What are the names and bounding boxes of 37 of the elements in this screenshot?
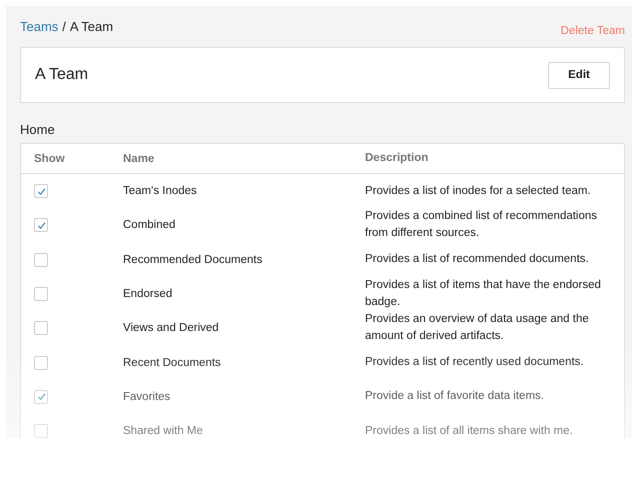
checkbox[interactable]	[34, 356, 48, 370]
checkbox[interactable]	[34, 390, 48, 404]
column-header: Description	[365, 151, 430, 166]
table-cell-text: Provides a list of items that have the endorsed badge.	[365, 278, 602, 310]
breadcrumb-separator: /	[62, 19, 66, 34]
table-cell-text: Provides a list of recently used documents.	[365, 355, 585, 370]
table-cell-text: Combined	[123, 219, 176, 232]
team-title: A Team	[35, 66, 88, 84]
checkbox[interactable]	[34, 218, 48, 232]
table-cell-text: Favorites	[123, 390, 172, 403]
breadcrumb-link[interactable]: Teams	[20, 19, 58, 34]
table-cell-text: Endorsed	[123, 288, 174, 300]
column-header: Show	[33, 152, 66, 164]
checkbox[interactable]	[34, 321, 48, 336]
breadcrumb-current: A Team	[70, 19, 114, 34]
table-cell-text: Recent Documents	[123, 356, 222, 369]
checkbox[interactable]	[34, 184, 48, 198]
column-header: Name	[123, 152, 156, 164]
table-cell-text: Provides an overview of data usage and the amount of derived artifacts.	[365, 312, 590, 344]
table-cell-text: Provides a list of recommended documents.	[365, 252, 590, 268]
checkbox[interactable]	[34, 287, 48, 302]
checkbox[interactable]	[34, 424, 48, 438]
checkbox[interactable]	[34, 252, 48, 267]
table-cell-text: Recommended Documents	[123, 254, 264, 266]
delete-team-link[interactable]: Delete Team	[560, 25, 625, 37]
table-cell-text: Provide a list of favorite data items.	[365, 389, 545, 404]
table-cell-text: Views and Derived	[123, 322, 220, 334]
check-icon	[36, 392, 46, 402]
table-cell-text: Provides a list of all items share with me.	[365, 424, 574, 439]
table-cell-text: Provides a combined list of recommendations from different sources.	[365, 209, 598, 242]
check-icon	[36, 220, 46, 230]
section-title: Home	[20, 122, 56, 137]
edit-button[interactable]: Edit	[548, 62, 610, 88]
table-cell-text: Team's Inodes	[123, 185, 198, 198]
table-cell-text: Shared with Me	[123, 425, 204, 438]
check-icon	[36, 186, 46, 196]
table-cell-text: Provides a list of inodes for a selected team.	[365, 184, 592, 199]
